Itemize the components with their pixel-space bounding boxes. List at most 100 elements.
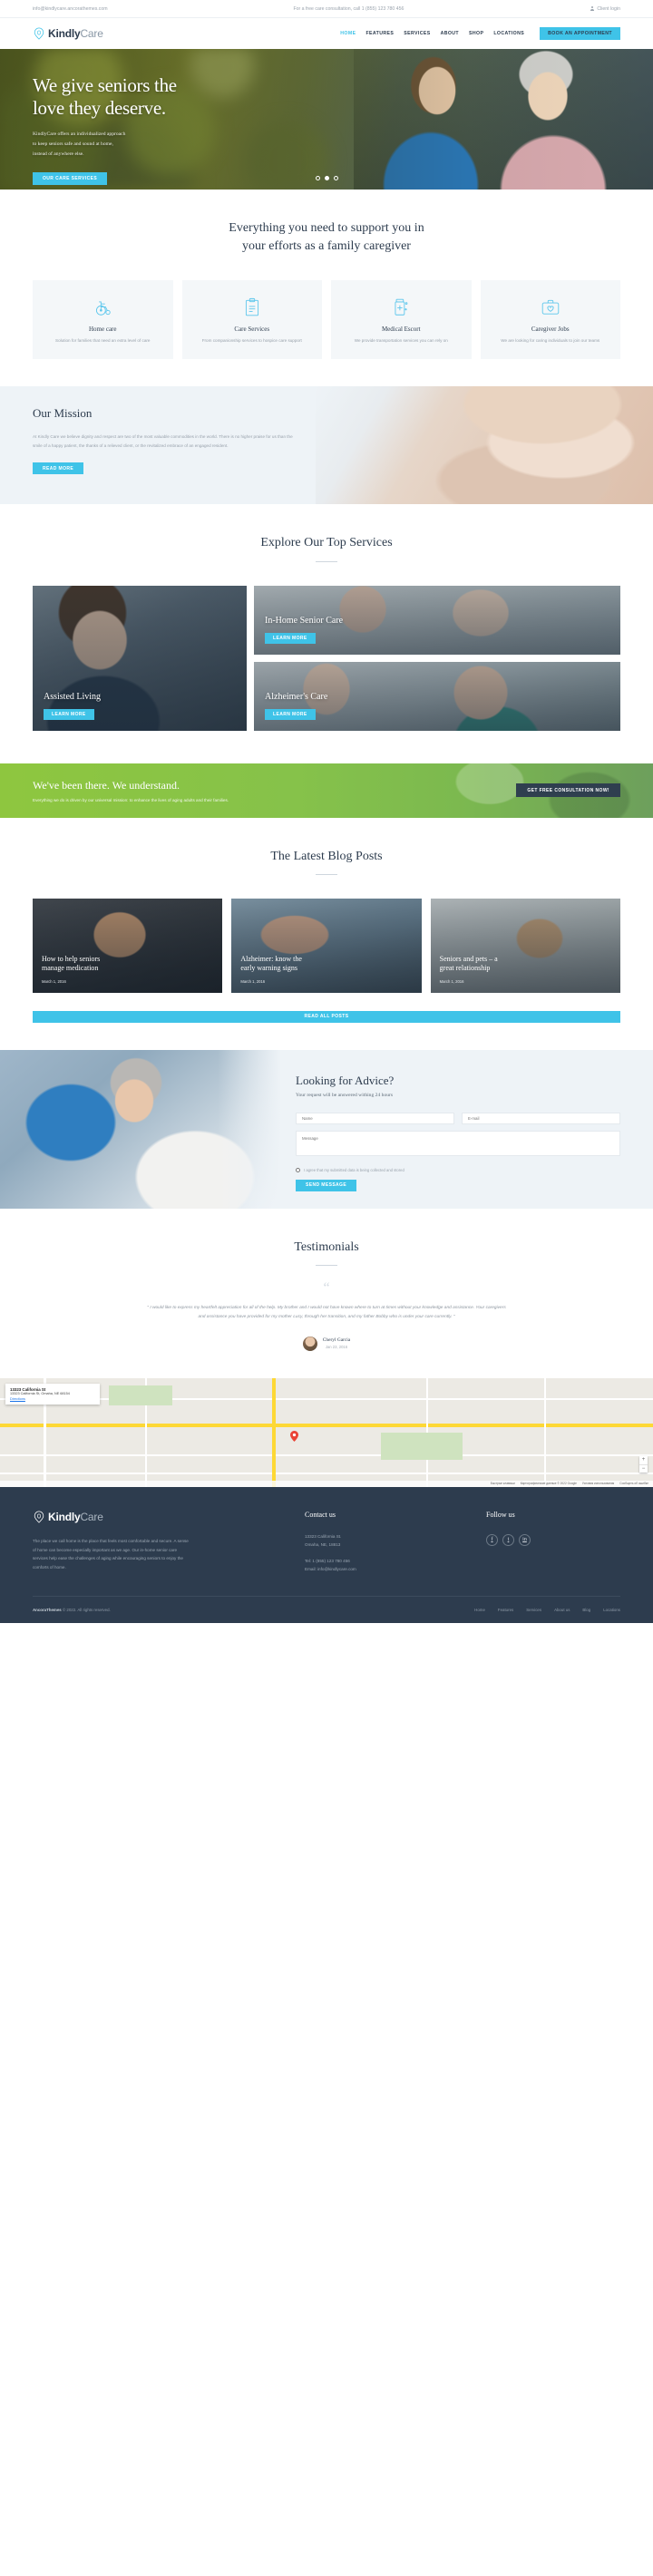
feature-card-home-care[interactable]: Home care Solution for families that nee… xyxy=(33,279,173,360)
blog-post-title: Alzheimer: know the early warning signs xyxy=(240,954,302,972)
message-field[interactable] xyxy=(296,1130,620,1156)
testimonial-author-name: Cheryl Garcia xyxy=(322,1337,351,1344)
services-grid: Assisted Living LEARN MORE In-Home Senio… xyxy=(33,585,620,731)
footer-contact-details: Tel: 1 (855) 123 780 456 Email: info@kin… xyxy=(305,1558,486,1573)
send-message-button[interactable]: SEND MESSAGE xyxy=(296,1179,357,1191)
nav-item-services[interactable]: SERVICES xyxy=(404,31,430,36)
kindlycare-logo-icon xyxy=(34,27,44,40)
slider-dot-1[interactable] xyxy=(315,176,320,180)
blog-post-title: Seniors and pets – a great relationship xyxy=(439,954,498,972)
footer-link-services[interactable]: Services xyxy=(526,1608,541,1612)
consent-checkbox-row[interactable]: I agree that my submitted data is being … xyxy=(296,1167,620,1172)
top-services-section: Explore Our Top Services Assisted Living… xyxy=(0,504,653,763)
nav-item-locations[interactable]: LOCATIONS xyxy=(493,31,524,36)
top-services-title: Explore Our Top Services xyxy=(260,536,393,550)
blog-post-card[interactable]: Alzheimer: know the early warning signs … xyxy=(231,898,422,993)
footer-follow-heading: Follow us xyxy=(486,1510,515,1519)
footer-email[interactable]: Email: info@kindlycare.com xyxy=(305,1566,486,1574)
feature-card-medical-escort[interactable]: Medical Escort We provide transportation… xyxy=(331,279,472,360)
footer-address: 13323 California St. Omaha, NE, 18813 xyxy=(305,1533,486,1549)
user-icon xyxy=(590,6,595,11)
location-map[interactable]: 13323 California St 13323 California St,… xyxy=(0,1377,653,1487)
slider-dot-3[interactable] xyxy=(333,176,338,180)
service-tile-assisted-living[interactable]: Assisted Living LEARN MORE xyxy=(33,585,247,731)
hero-description: KindlyCare offers an individualized appr… xyxy=(33,131,126,158)
advice-subtitle: Your request will be answered withing 24… xyxy=(296,1092,394,1098)
first-aid-kit-icon xyxy=(490,296,612,319)
main-navigation: HOME FEATURES SERVICES ABOUT SHOP LOCATI… xyxy=(340,27,620,40)
service-tile-in-home-senior-care[interactable]: In-Home Senior Care LEARN MORE xyxy=(254,585,620,655)
consent-label: I agree that my submitted data is being … xyxy=(304,1167,404,1172)
footer-logo[interactable]: KindlyCare xyxy=(33,1511,305,1523)
features-section: Everything you need to support you in yo… xyxy=(0,190,653,387)
feature-card-text: We are looking for caring individuals to… xyxy=(501,337,600,343)
footer-link-features[interactable]: Features xyxy=(498,1608,513,1612)
map-info-card[interactable]: 13323 California St 13323 California St,… xyxy=(5,1383,100,1405)
feature-card-text: Solution for families that need an extra… xyxy=(55,337,151,343)
footer-address-line2: Omaha, NE, 18813 xyxy=(305,1541,341,1547)
blog-post-card[interactable]: Seniors and pets – a great relationship … xyxy=(430,898,620,993)
footer-logo-text: KindlyCare xyxy=(48,1510,103,1523)
map-zoom-out-button[interactable]: − xyxy=(639,1463,648,1473)
topbar-email-link[interactable]: info@kindlycare.ancorathemes.com xyxy=(33,6,108,12)
medicine-bottle-icon xyxy=(340,296,463,319)
read-all-posts-button[interactable]: READ ALL POSTS xyxy=(33,1010,620,1023)
service-learn-more-button[interactable]: LEARN MORE xyxy=(44,708,94,720)
site-logo[interactable]: KindlyCare xyxy=(33,27,103,40)
testimonial-author: Cheryl Garcia Jan 23, 2016 xyxy=(33,1336,620,1351)
hero-slider: We give seniors the love they deserve. K… xyxy=(0,49,653,190)
blog-section: The Latest Blog Posts How to help senior… xyxy=(0,818,653,1050)
footer-link-about-us[interactable]: About us xyxy=(554,1608,570,1612)
book-appointment-button[interactable]: BOOK AN APPOINTMENT xyxy=(540,27,620,40)
topbar-consultation-text: For a free care consultation, call 1 (85… xyxy=(293,5,404,12)
map-pin-icon[interactable] xyxy=(290,1430,298,1442)
wheelchair-icon xyxy=(42,296,164,319)
social-links: f t in xyxy=(486,1533,620,1546)
blog-post-date: March 1, 2016 xyxy=(240,978,266,984)
client-login-link[interactable]: Client login xyxy=(597,6,620,12)
mission-section: Our Mission At Kindly Care we believe di… xyxy=(0,386,653,505)
nav-item-about[interactable]: ABOUT xyxy=(441,31,459,36)
hero-title-line2: love they deserve. xyxy=(33,96,166,119)
map-directions-link[interactable]: Directions xyxy=(10,1397,95,1401)
consultation-cta-section: We've been there. We understand. Everyth… xyxy=(0,763,653,818)
copyright-brand[interactable]: AncoraThemes xyxy=(33,1608,62,1612)
consent-checkbox[interactable] xyxy=(296,1167,300,1172)
feature-card-care-services[interactable]: Care Services From companionship service… xyxy=(181,279,322,360)
nav-item-home[interactable]: HOME xyxy=(340,31,356,36)
cta-title: We've been there. We understand. xyxy=(33,778,180,792)
blog-post-card[interactable]: How to help seniors manage medication Ma… xyxy=(33,898,223,993)
testimonial-quote: " I would like to express my heartfelt a… xyxy=(147,1305,506,1319)
cta-consultation-button[interactable]: Get FREE consultation now! xyxy=(516,783,620,798)
map-shortcuts-label[interactable]: Быстрые клавиши xyxy=(491,1482,515,1485)
footer-link-locations[interactable]: Locations xyxy=(603,1608,620,1612)
testimonials-section: Testimonials “ " I would like to express… xyxy=(0,1209,653,1378)
footer-link-home[interactable]: Home xyxy=(474,1608,485,1612)
service-learn-more-button[interactable]: LEARN MORE xyxy=(265,708,316,720)
map-terms-link[interactable]: Условия использования xyxy=(582,1482,614,1485)
service-tile-alzheimers-care[interactable]: Alzheimer's Care LEARN MORE xyxy=(254,661,620,731)
map-park-area xyxy=(109,1385,172,1405)
nav-item-features[interactable]: FEATURES xyxy=(365,31,394,36)
slider-dot-2[interactable] xyxy=(324,176,329,180)
nav-item-shop[interactable]: SHOP xyxy=(469,31,483,36)
email-field[interactable] xyxy=(462,1112,620,1124)
footer-phone[interactable]: Tel: 1 (855) 123 780 456 xyxy=(305,1558,486,1566)
mission-read-more-button[interactable]: READ MORE xyxy=(33,462,84,475)
map-report-link[interactable]: Сообщить об ошибке xyxy=(619,1482,648,1485)
cta-subtitle: Everything we do is driven by our univer… xyxy=(33,797,229,802)
feature-card-caregiver-jobs[interactable]: Caregiver Jobs We are looking for caring… xyxy=(480,279,620,360)
avatar xyxy=(302,1336,317,1351)
linkedin-icon[interactable]: in xyxy=(519,1533,531,1546)
twitter-icon[interactable]: t xyxy=(502,1533,514,1546)
service-learn-more-button[interactable]: LEARN MORE xyxy=(265,632,316,644)
name-field[interactable] xyxy=(296,1112,454,1124)
footer-about-text: The place we call home is the place that… xyxy=(33,1538,189,1570)
footer-link-blog[interactable]: Blog xyxy=(582,1608,590,1612)
map-zoom-in-button[interactable]: + xyxy=(639,1456,648,1464)
top-bar: info@kindlycare.ancorathemes.com For a f… xyxy=(0,0,653,18)
map-zoom-controls[interactable]: + − xyxy=(639,1455,648,1473)
advice-section: Looking for Advice? Your request will be… xyxy=(0,1049,653,1209)
site-footer: KindlyCare The place we call home is the… xyxy=(0,1486,653,1623)
facebook-icon[interactable]: f xyxy=(486,1533,498,1546)
